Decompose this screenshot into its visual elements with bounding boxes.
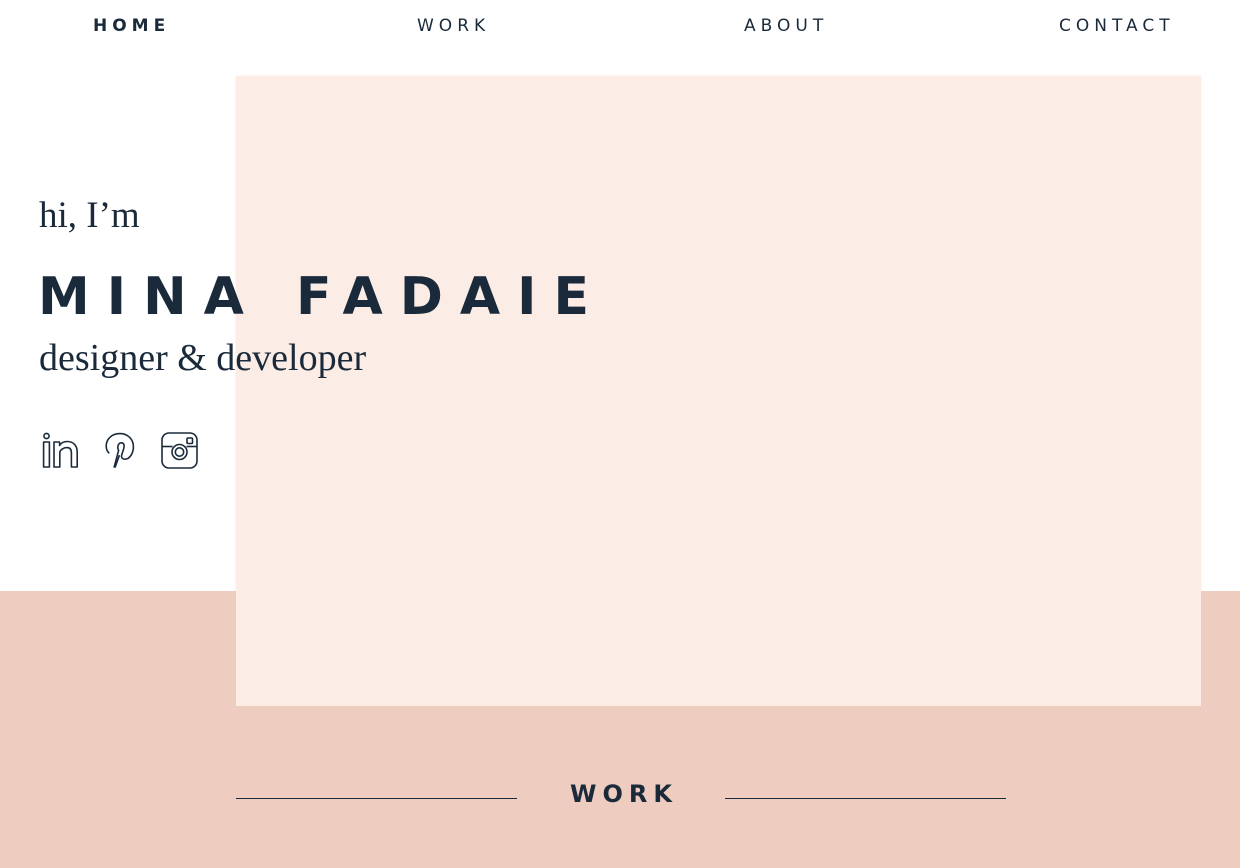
hero-image-panel [236,76,1201,706]
nav-work[interactable]: WORK [417,15,490,37]
hero-greeting: hi, I’m [39,195,140,236]
main-nav: HOME WORK ABOUT CONTACT [0,0,1240,52]
work-heading-rule-left [236,798,517,799]
work-section-heading: WORK [570,780,678,808]
nav-about[interactable]: ABOUT [744,15,828,37]
nav-contact[interactable]: CONTACT [1059,15,1175,37]
linkedin-icon[interactable] [40,430,80,470]
hero-role: designer & developer [39,337,367,379]
nav-home[interactable]: HOME [93,15,170,37]
pinterest-icon[interactable] [102,430,138,470]
instagram-icon[interactable] [160,430,200,470]
page: HOME WORK ABOUT CONTACT hi, I’m MINA FAD… [0,0,1240,868]
work-heading-rule-right [725,798,1006,799]
hero-name: MINA FADAIE [38,267,607,327]
